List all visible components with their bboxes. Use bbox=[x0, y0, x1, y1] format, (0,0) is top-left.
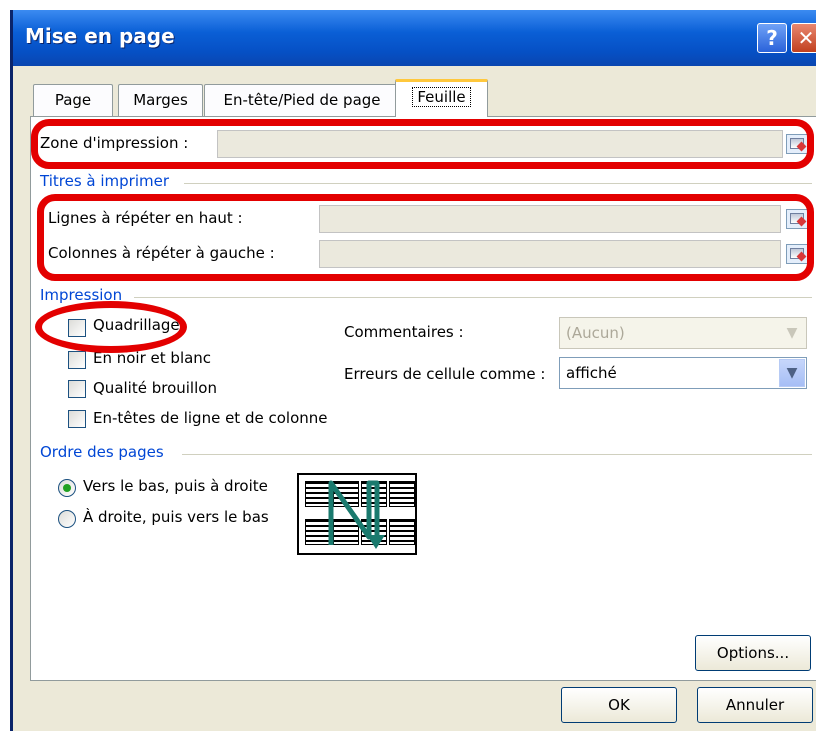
help-button[interactable]: ? bbox=[757, 23, 787, 53]
cancel-button[interactable]: Annuler bbox=[697, 687, 813, 723]
rows-to-repeat-collapse-icon[interactable] bbox=[786, 209, 808, 229]
comments-value: (Aucun) bbox=[566, 324, 625, 342]
tab-feuille[interactable]: Feuille bbox=[395, 79, 488, 117]
black-white-label[interactable]: En noir et blanc bbox=[93, 349, 211, 367]
print-area-input[interactable] bbox=[217, 130, 783, 158]
print-titles-divider bbox=[184, 183, 812, 184]
options-button[interactable]: Options... bbox=[695, 635, 811, 671]
title-bar[interactable]: Mise en page ? ✕ bbox=[13, 10, 816, 66]
row-col-headers-label[interactable]: En-têtes de ligne et de colonne bbox=[93, 409, 328, 427]
comments-chevron-down-icon[interactable]: ▼ bbox=[779, 319, 805, 347]
tab-header-footer[interactable]: En-tête/Pied de page bbox=[204, 84, 400, 116]
sheet-tab-panel: Zone d'impression : Titres à imprimer Li… bbox=[30, 116, 816, 681]
draft-quality-checkbox[interactable] bbox=[68, 380, 86, 398]
tab-feuille-label: Feuille bbox=[412, 87, 471, 107]
page-setup-dialog: Mise en page ? ✕ Page Marges En-tête/Pie… bbox=[10, 10, 816, 731]
page-order-arrow-icon bbox=[328, 480, 385, 549]
draft-quality-label[interactable]: Qualité brouillon bbox=[93, 379, 217, 397]
columns-to-repeat-label: Colonnes à répéter à gauche : bbox=[48, 244, 275, 262]
down-then-over-label[interactable]: Vers le bas, puis à droite bbox=[83, 477, 268, 495]
page-order-diagram bbox=[297, 473, 417, 555]
rows-to-repeat-label: Lignes à répéter en haut : bbox=[48, 209, 243, 227]
black-white-checkbox[interactable] bbox=[68, 351, 86, 369]
rows-to-repeat-input[interactable] bbox=[319, 205, 781, 233]
tab-marges[interactable]: Marges bbox=[118, 84, 203, 116]
cell-errors-label: Erreurs de cellule comme : bbox=[344, 365, 546, 383]
down-then-over-radio[interactable] bbox=[58, 479, 76, 497]
comments-select[interactable]: (Aucun) ▼ bbox=[559, 317, 807, 349]
print-group-title: Impression bbox=[40, 286, 123, 304]
columns-to-repeat-input[interactable] bbox=[319, 240, 781, 268]
comments-label: Commentaires : bbox=[344, 323, 464, 341]
row-col-headers-checkbox[interactable] bbox=[68, 410, 86, 428]
over-then-down-label[interactable]: À droite, puis vers le bas bbox=[83, 508, 269, 526]
cell-errors-value: affiché bbox=[566, 364, 617, 382]
tab-page[interactable]: Page bbox=[33, 84, 113, 116]
over-then-down-radio[interactable] bbox=[58, 510, 76, 528]
cell-errors-chevron-down-icon[interactable]: ▼ bbox=[779, 359, 805, 387]
page-order-group-title: Ordre des pages bbox=[40, 443, 164, 461]
print-area-label: Zone d'impression : bbox=[40, 134, 189, 152]
page-order-divider bbox=[182, 454, 812, 455]
print-titles-group-title: Titres à imprimer bbox=[40, 172, 170, 190]
print-divider bbox=[134, 297, 812, 298]
ok-button[interactable]: OK bbox=[561, 687, 677, 723]
cell-errors-select[interactable]: affiché ▼ bbox=[559, 357, 807, 389]
gridlines-label[interactable]: Quadrillage bbox=[93, 316, 180, 334]
print-area-collapse-icon[interactable] bbox=[786, 134, 808, 154]
dialog-title: Mise en page bbox=[25, 24, 175, 48]
columns-to-repeat-collapse-icon[interactable] bbox=[786, 244, 808, 264]
close-button[interactable]: ✕ bbox=[791, 23, 816, 53]
gridlines-checkbox[interactable] bbox=[68, 319, 86, 337]
